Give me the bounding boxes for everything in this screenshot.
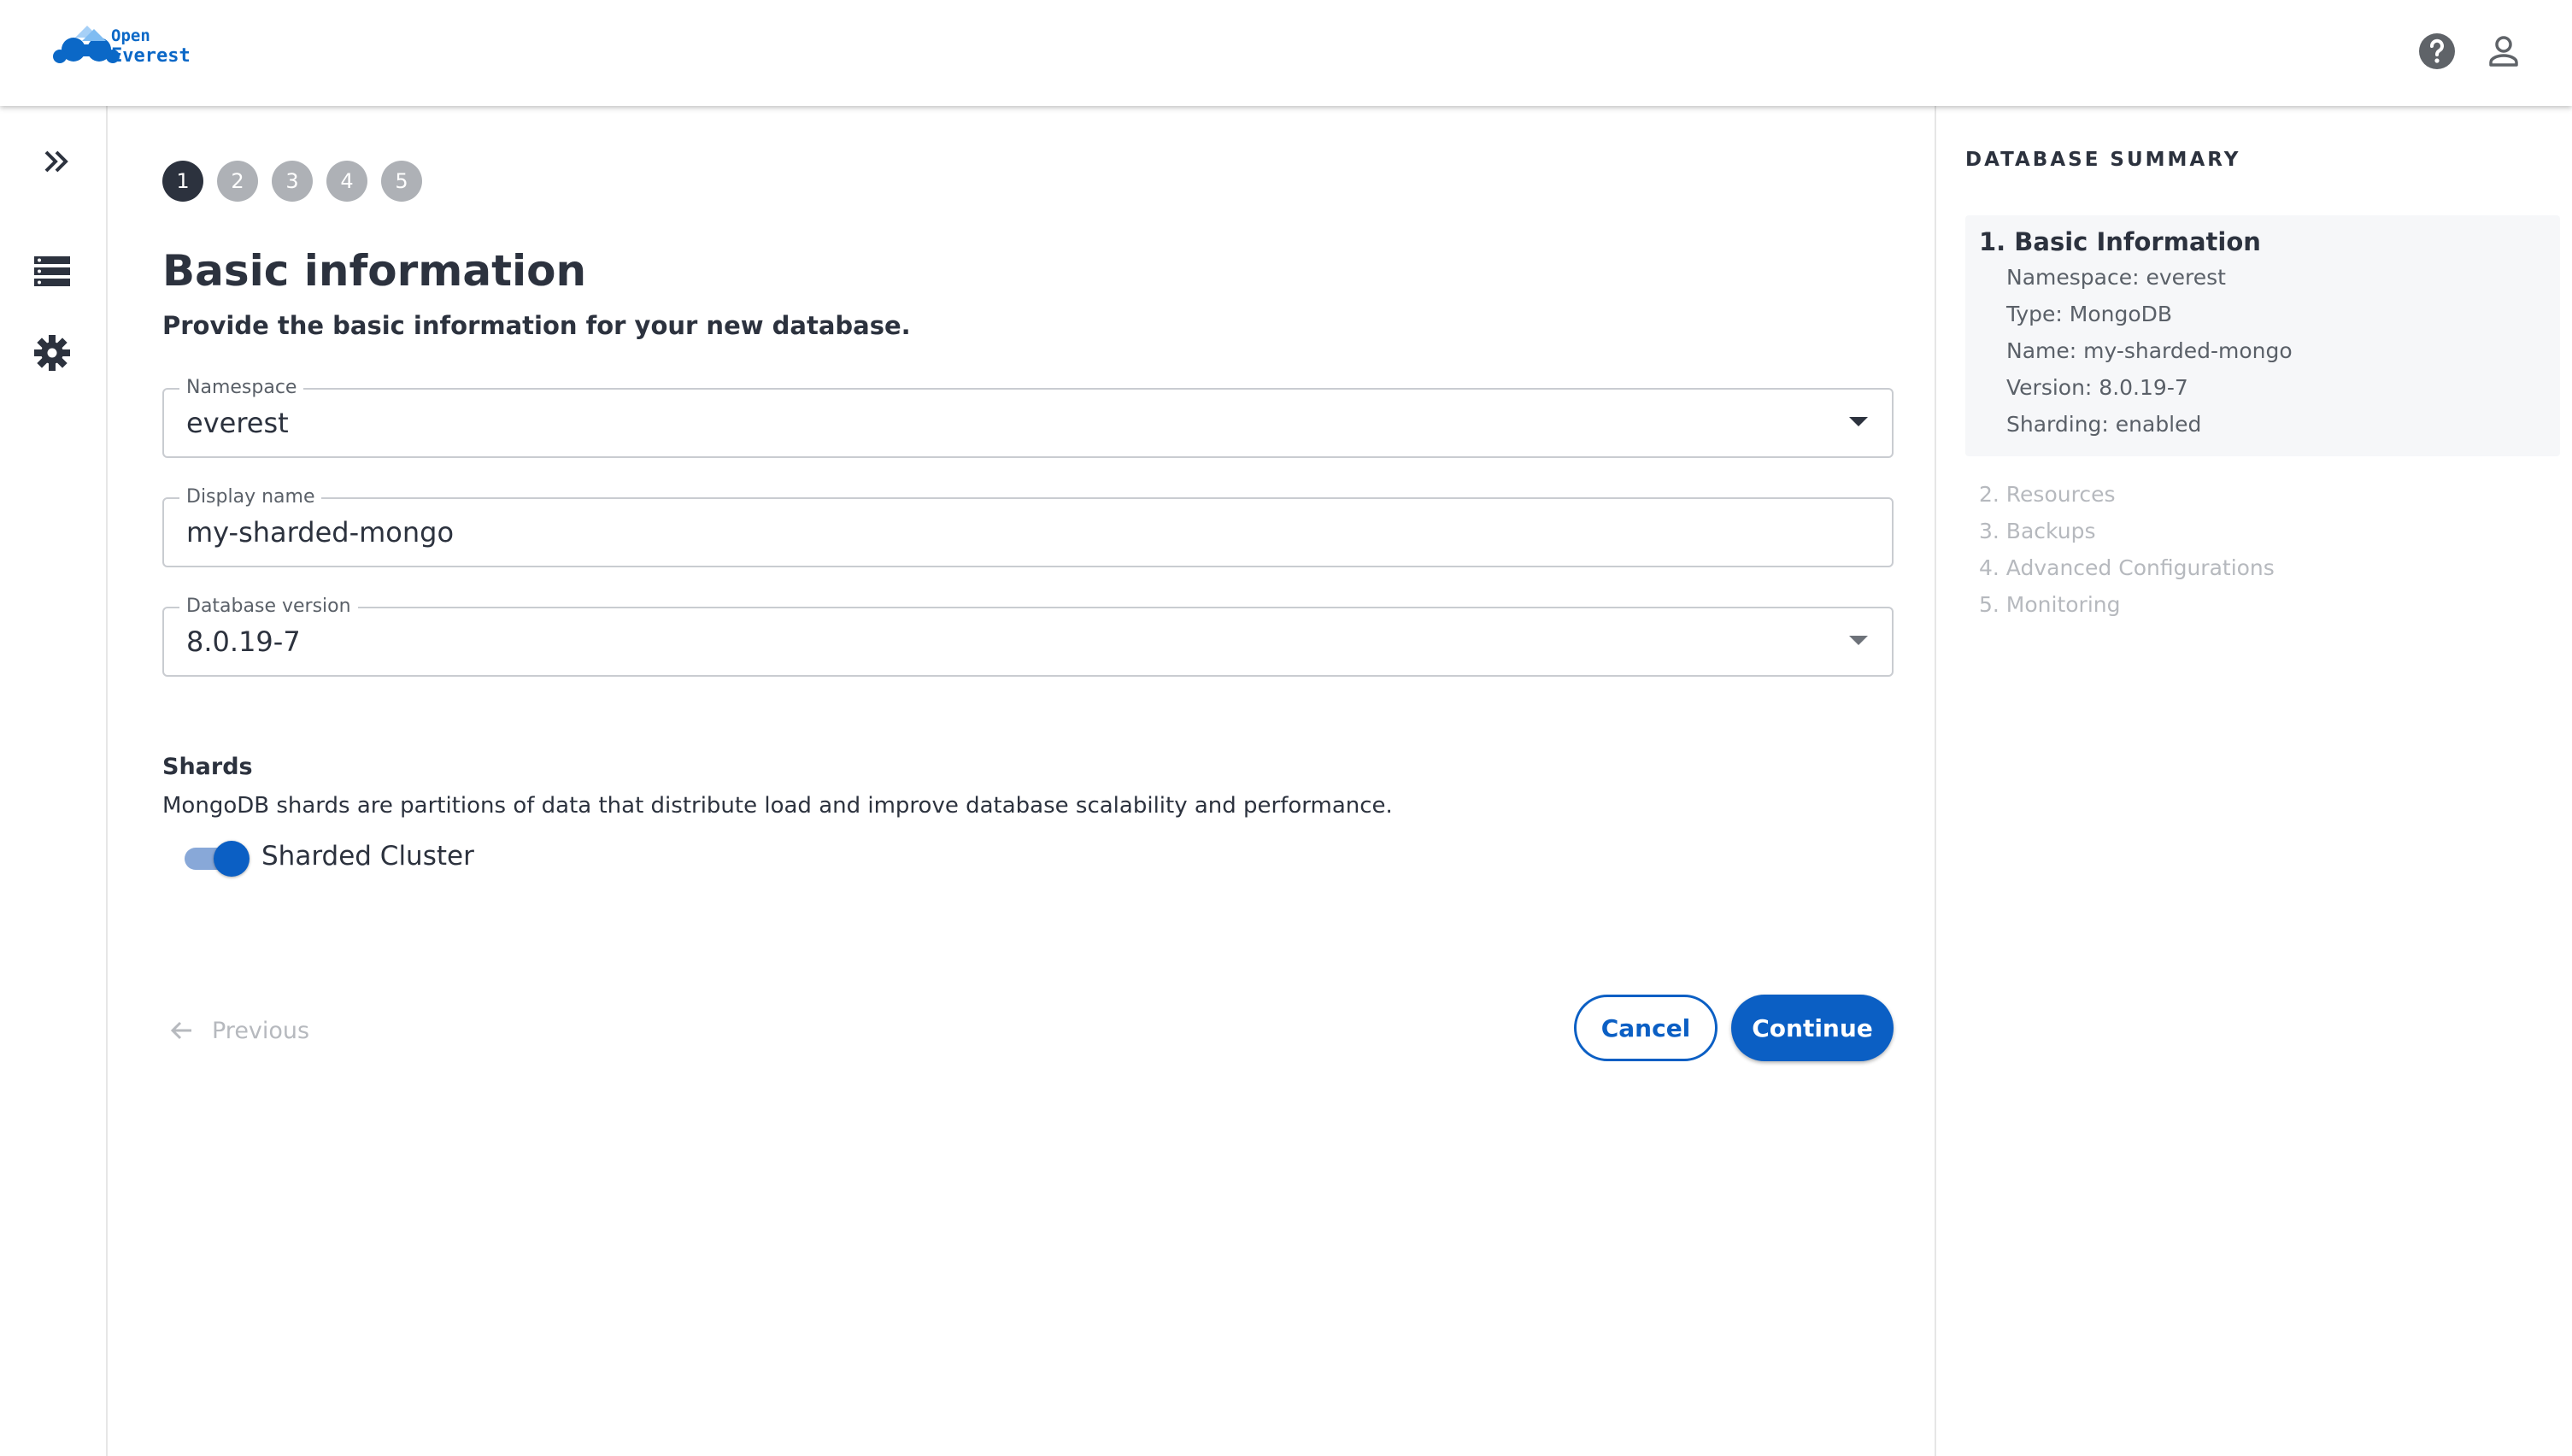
previous-label: Previous (212, 1017, 310, 1044)
database-version-label: Database version (179, 596, 358, 617)
logo-line1: Open (111, 26, 150, 45)
wizard-stepper: 1 2 3 4 5 (162, 161, 422, 202)
shards-description: MongoDB shards are partitions of data th… (162, 793, 1393, 819)
step-5[interactable]: 5 (381, 161, 422, 202)
summary-namespace: Namespace: everest (2006, 265, 2226, 290)
step-2[interactable]: 2 (217, 161, 258, 202)
database-version-select[interactable]: Database version 8.0.19-7 (162, 596, 1894, 677)
step-1[interactable]: 1 (162, 161, 203, 202)
help-icon[interactable] (2416, 31, 2457, 72)
summary-section-title: 1. Basic Information (1979, 227, 2261, 256)
summary-type: Type: MongoDB (2006, 302, 2173, 326)
summary-version: Version: 8.0.19-7 (2006, 375, 2188, 400)
summary-basic-info-section: 1. Basic Information Namespace: everest … (1965, 215, 2560, 456)
arrow-left-icon (170, 1021, 191, 1040)
database-version-dropdown-arrow-icon[interactable] (1849, 636, 1868, 645)
namespace-dropdown-arrow-icon[interactable] (1849, 417, 1868, 426)
shards-title: Shards (162, 754, 253, 780)
summary-title: DATABASE SUMMARY (1965, 149, 2241, 171)
page-title: Basic information (162, 246, 587, 296)
page-subtitle: Provide the basic information for your n… (162, 311, 911, 340)
continue-button[interactable]: Continue (1731, 995, 1894, 1061)
namespace-value: everest (186, 407, 289, 439)
step-4[interactable]: 4 (326, 161, 367, 202)
toggle-knob[interactable] (214, 841, 250, 877)
logo-text: Open Everest (111, 26, 191, 67)
previous-button[interactable]: Previous (169, 1013, 309, 1048)
summary-step-resources: 2. Resources (1979, 482, 2116, 507)
expand-chevrons-icon[interactable] (38, 142, 77, 181)
app-header: Open Everest (0, 0, 2572, 106)
summary-step-monitoring: 5. Monitoring (1979, 592, 2121, 617)
sharded-cluster-toggle[interactable] (181, 841, 250, 877)
logo-line2: Everest (111, 45, 191, 67)
user-icon[interactable] (2483, 31, 2524, 72)
display-name-input[interactable]: Display name my-sharded-mongo (162, 487, 1894, 567)
database-summary-panel: DATABASE SUMMARY 1. Basic Information Na… (1935, 106, 2572, 1456)
display-name-label: Display name (179, 487, 322, 508)
summary-step-advanced: 4. Advanced Configurations (1979, 555, 2275, 580)
summary-step-backups: 3. Backups (1979, 519, 2096, 543)
display-name-value[interactable]: my-sharded-mongo (186, 516, 454, 549)
step-3[interactable]: 3 (272, 161, 313, 202)
left-nav-rail (0, 106, 108, 1456)
summary-sharding: Sharding: enabled (2006, 412, 2202, 437)
settings-gear-icon[interactable] (32, 333, 72, 373)
summary-name: Name: my-sharded-mongo (2006, 338, 2293, 363)
database-version-value: 8.0.19-7 (186, 625, 301, 658)
namespace-label: Namespace (179, 378, 304, 398)
cancel-button[interactable]: Cancel (1574, 995, 1718, 1061)
namespace-select[interactable]: Namespace everest (162, 378, 1894, 458)
databases-list-icon[interactable] (32, 251, 72, 291)
sharded-cluster-label[interactable]: Sharded Cluster (261, 841, 474, 872)
